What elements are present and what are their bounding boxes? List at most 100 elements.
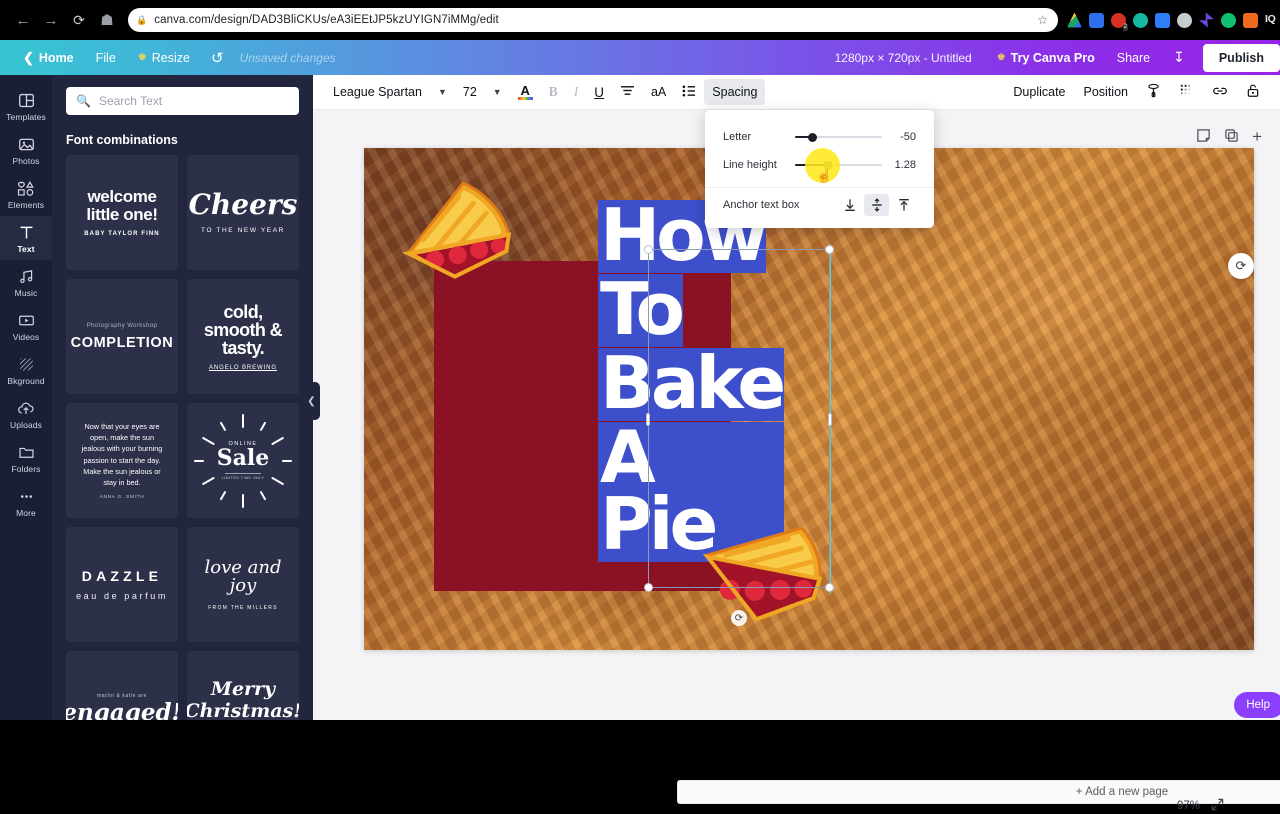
sidebar-item-videos[interactable]: Videos [0, 304, 52, 348]
try-pro-label: Try Canva Pro [1010, 50, 1095, 65]
font-combination-card[interactable]: Cheers TO THE NEW YEAR [187, 155, 299, 270]
font-family-selector[interactable]: League Spartan [321, 79, 430, 105]
resize-handle-bottom-right[interactable] [825, 583, 834, 592]
italic-button[interactable]: I [566, 79, 587, 105]
crown-icon: ♚ [996, 52, 1006, 63]
font-combination-card[interactable]: welcome little one! BABY TAYLOR FINN [66, 155, 178, 270]
font-combination-card[interactable]: DAZZLE eau de parfum [66, 527, 178, 642]
fullscreen-icon[interactable] [1211, 798, 1224, 814]
download-extension[interactable] [1089, 12, 1104, 28]
search-input[interactable]: 🔍 Search Text [66, 87, 299, 115]
search-placeholder: Search Text [98, 94, 163, 108]
sidebar-item-music[interactable]: Music [0, 260, 52, 304]
google-drive-extension[interactable] [1067, 12, 1082, 28]
font-combination-card[interactable]: love and joy FROM THE MILLERS [187, 527, 299, 642]
rotate-handle-icon[interactable]: ⟳ [731, 610, 747, 626]
font-combination-card[interactable]: Merry Christmas! from our family to your… [187, 651, 299, 720]
selection-frame[interactable] [644, 245, 834, 592]
sidebar-item-background[interactable]: Bkground [0, 348, 52, 392]
transparency-button[interactable] [1171, 79, 1202, 105]
home-button[interactable]: ❮ Home [12, 46, 85, 70]
chevron-down-icon[interactable]: ▼ [485, 87, 510, 97]
document-title[interactable]: 1280px × 720px - Untitled [821, 51, 986, 65]
anchor-top-icon[interactable] [837, 194, 862, 216]
help-button[interactable]: Help [1234, 692, 1280, 718]
font-combinations-heading: Font combinations [66, 133, 178, 147]
rotate-icon[interactable]: ⟳ [1228, 253, 1254, 279]
anchor-middle-icon[interactable] [864, 194, 889, 216]
font-combination-card[interactable]: ONLINE Sale LIMITED TIME ONLY [187, 403, 299, 518]
sidebar-item-elements[interactable]: Elements [0, 172, 52, 216]
pie-slice-sticker[interactable] [392, 168, 523, 292]
duplicate-button[interactable]: Duplicate [1005, 79, 1073, 105]
resize-handle-right[interactable] [828, 413, 832, 426]
forward-arrow-icon[interactable]: → [38, 7, 64, 33]
elements-icon [17, 179, 36, 197]
sidebar-item-uploads[interactable]: Uploads [0, 392, 52, 436]
letter-spacing-row: Letter -50 [705, 123, 934, 151]
green-circle-extension[interactable] [1221, 12, 1236, 28]
home-icon[interactable]: ☗ [94, 7, 120, 33]
try-canva-pro-button[interactable]: ♚ Try Canva Pro [986, 46, 1106, 70]
panel-collapse-button[interactable]: ❮ [303, 382, 320, 420]
adblock-badge: 2 [1122, 23, 1128, 31]
line-height-value: 1.28 [894, 159, 916, 171]
plus-icon[interactable]: + [1252, 128, 1262, 145]
sidebar-item-more[interactable]: More [0, 480, 52, 524]
resize-handle-left[interactable] [646, 413, 650, 426]
spacing-button[interactable]: Spacing [704, 79, 766, 105]
adblock-extension[interactable]: 2 [1111, 12, 1128, 31]
back-arrow-icon[interactable]: ← [10, 7, 36, 33]
sidebar-item-folders[interactable]: Folders [0, 436, 52, 480]
font-size-input[interactable]: 72 [455, 79, 485, 105]
bold-button[interactable]: B [541, 79, 566, 105]
text-color-button[interactable]: A [510, 79, 541, 105]
share-button[interactable]: Share [1106, 46, 1161, 70]
resize-button[interactable]: ♚ Resize [127, 46, 201, 70]
copy-style-button[interactable] [1138, 79, 1169, 105]
font-combination-card[interactable]: cold, smooth & tasty. ANGELO BREWING [187, 279, 299, 394]
font-combination-card[interactable]: Now that your eyes are open, make the su… [66, 403, 178, 518]
publish-button[interactable]: Publish [1202, 43, 1280, 72]
chevron-down-icon[interactable]: ▼ [430, 87, 455, 97]
list-button[interactable] [674, 79, 704, 105]
resize-handle-bottom-left[interactable] [644, 583, 653, 592]
duplicate-page-icon[interactable] [1224, 128, 1239, 146]
grey-globe-extension[interactable] [1177, 12, 1192, 28]
font-combination-card[interactable]: Photography Workshop COMPLETION [66, 279, 178, 394]
iq-extension[interactable]: IQ [1265, 13, 1280, 28]
text-case-button[interactable]: aA [643, 79, 674, 105]
underline-button[interactable]: U [586, 79, 612, 105]
download-icon[interactable]: ↧ [1161, 45, 1197, 70]
sidebar-item-text[interactable]: Text [0, 216, 52, 260]
blue-house-extension[interactable] [1155, 12, 1170, 28]
font-combination-grid: welcome little one! BABY TAYLOR FINN Che… [52, 155, 313, 720]
font-combination-card[interactable]: martin & katie are engaged! [66, 651, 178, 720]
letter-spacing-value: -50 [900, 131, 916, 143]
spacing-label: Spacing [712, 85, 758, 99]
position-button[interactable]: Position [1076, 79, 1136, 105]
notes-icon[interactable] [1196, 128, 1211, 146]
card-title: love and joy [204, 556, 282, 596]
link-button[interactable] [1204, 79, 1236, 105]
undo-icon[interactable]: ↺ [201, 45, 234, 71]
letter-spacing-slider[interactable] [795, 130, 882, 144]
bookmark-star-icon[interactable]: ☆ [1037, 13, 1050, 27]
anchor-bottom-icon[interactable] [891, 194, 916, 216]
photos-icon [18, 135, 35, 153]
slider-knob[interactable] [808, 132, 818, 142]
teal-circle-extension[interactable] [1133, 12, 1148, 28]
zoom-level-label[interactable]: 97% [1177, 800, 1200, 812]
sidebar-item-templates[interactable]: Templates [0, 84, 52, 128]
lock-button[interactable] [1238, 79, 1268, 105]
reload-icon[interactable]: ⟳ [66, 7, 92, 33]
purple-bolt-extension[interactable] [1199, 12, 1214, 28]
resize-handle-top-left[interactable] [644, 245, 653, 254]
file-menu-button[interactable]: File [85, 46, 127, 70]
extension-icons: 2 IQ [1067, 12, 1280, 31]
sidebar-item-photos[interactable]: Photos [0, 128, 52, 172]
address-bar[interactable]: 🔒 canva.com/design/DAD3BliCKUs/eA3iEEtJP… [128, 8, 1058, 32]
text-align-button[interactable] [612, 79, 643, 105]
resize-handle-top-right[interactable] [825, 245, 834, 254]
orange-bag-extension[interactable] [1243, 12, 1258, 28]
